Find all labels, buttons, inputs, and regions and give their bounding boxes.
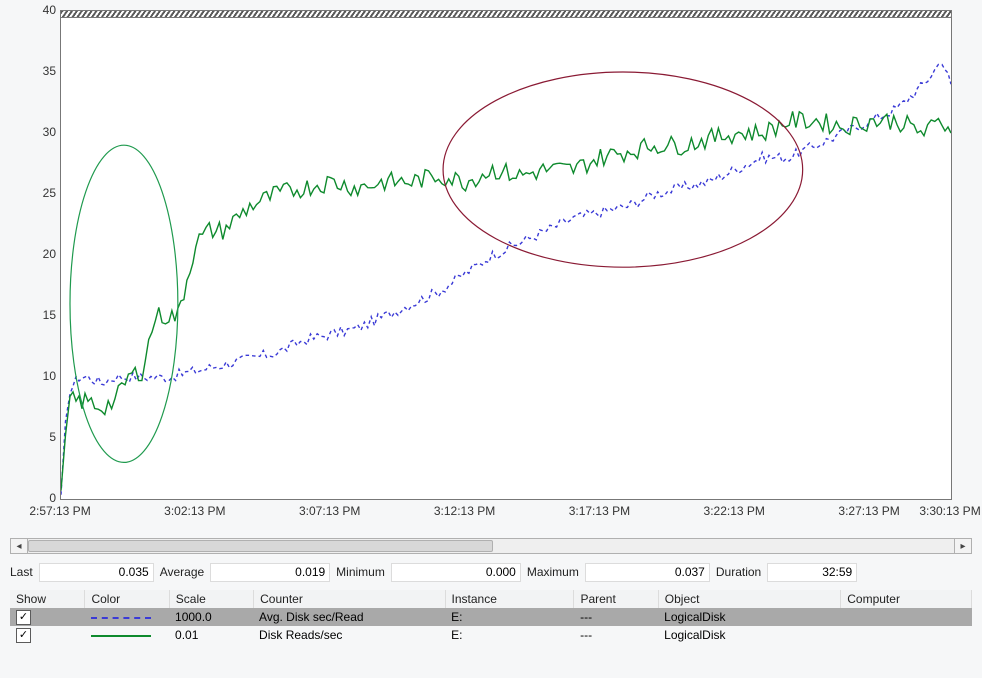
col-counter[interactable]: Counter xyxy=(254,590,445,608)
x-tick: 3:17:13 PM xyxy=(569,504,630,518)
scroll-left-arrow-icon[interactable]: ◂ xyxy=(11,539,28,553)
x-tick: 3:07:13 PM xyxy=(299,504,360,518)
cell-object: LogicalDisk xyxy=(658,628,841,642)
y-tick: 10 xyxy=(10,369,56,383)
chart-svg xyxy=(61,11,951,499)
x-tick: 3:02:13 PM xyxy=(164,504,225,518)
minimum-value: 0.000 xyxy=(391,563,521,582)
col-computer[interactable]: Computer xyxy=(841,590,972,608)
col-object[interactable]: Object xyxy=(659,590,841,608)
x-tick: 3:22:13 PM xyxy=(704,504,765,518)
y-tick: 15 xyxy=(10,308,56,322)
series-line xyxy=(61,65,951,495)
col-color[interactable]: Color xyxy=(85,590,169,608)
show-checkbox[interactable]: ✓ xyxy=(16,610,31,625)
y-tick: 30 xyxy=(10,125,56,139)
col-instance[interactable]: Instance xyxy=(446,590,575,608)
scroll-track[interactable] xyxy=(28,539,954,553)
average-label: Average xyxy=(160,565,204,579)
x-tick: 3:30:13 PM xyxy=(919,504,980,518)
last-label: Last xyxy=(10,565,33,579)
cell-scale: 1000.0 xyxy=(169,610,253,624)
maximum-label: Maximum xyxy=(527,565,579,579)
table-header[interactable]: Show Color Scale Counter Instance Parent… xyxy=(10,590,972,608)
show-checkbox[interactable]: ✓ xyxy=(16,628,31,643)
cell-scale: 0.01 xyxy=(169,628,253,642)
legend-color-swatch xyxy=(91,635,151,637)
maximum-value: 0.037 xyxy=(585,563,710,582)
minimum-label: Minimum xyxy=(336,565,385,579)
x-tick: 3:12:13 PM xyxy=(434,504,495,518)
x-tick: 3:27:13 PM xyxy=(838,504,899,518)
y-tick: 20 xyxy=(10,247,56,261)
time-scrollbar[interactable]: ◂ ▸ xyxy=(10,538,972,554)
chart-area: 0510152025303540 2:57:13 PM3:02:13 PM3:0… xyxy=(10,10,972,530)
perfmon-window: { "chart_data": { "type": "line", "xlabe… xyxy=(0,0,982,678)
scroll-thumb[interactable] xyxy=(28,540,493,552)
y-tick: 25 xyxy=(10,186,56,200)
duration-label: Duration xyxy=(716,565,761,579)
legend-color-swatch xyxy=(91,617,151,619)
y-tick: 35 xyxy=(10,64,56,78)
col-scale[interactable]: Scale xyxy=(170,590,254,608)
table-row[interactable]: ✓ 0.01Disk Reads/secE:---LogicalDisk xyxy=(10,626,972,644)
y-tick: 0 xyxy=(10,491,56,505)
cell-counter: Avg. Disk sec/Read xyxy=(253,610,445,624)
counters-table: Show Color Scale Counter Instance Parent… xyxy=(10,590,972,644)
cell-counter: Disk Reads/sec xyxy=(253,628,445,642)
average-value: 0.019 xyxy=(210,563,330,582)
duration-value: 32:59 xyxy=(767,563,857,582)
cell-parent: --- xyxy=(574,628,658,642)
cell-object: LogicalDisk xyxy=(658,610,841,624)
cell-instance: E: xyxy=(445,628,574,642)
series-line xyxy=(61,111,951,490)
cell-instance: E: xyxy=(445,610,574,624)
col-parent[interactable]: Parent xyxy=(574,590,658,608)
plot-surface xyxy=(60,10,952,500)
annotation-ellipse xyxy=(443,72,803,267)
y-tick: 5 xyxy=(10,430,56,444)
table-row[interactable]: ✓ 1000.0Avg. Disk sec/ReadE:---LogicalDis… xyxy=(10,608,972,626)
annotation-ellipse xyxy=(70,145,178,462)
stats-row: Last 0.035 Average 0.019 Minimum 0.000 M… xyxy=(10,562,972,582)
scroll-right-arrow-icon[interactable]: ▸ xyxy=(954,539,971,553)
y-tick: 40 xyxy=(10,3,56,17)
cell-parent: --- xyxy=(574,610,658,624)
x-tick: 2:57:13 PM xyxy=(29,504,90,518)
col-show[interactable]: Show xyxy=(10,590,85,608)
last-value: 0.035 xyxy=(39,563,154,582)
